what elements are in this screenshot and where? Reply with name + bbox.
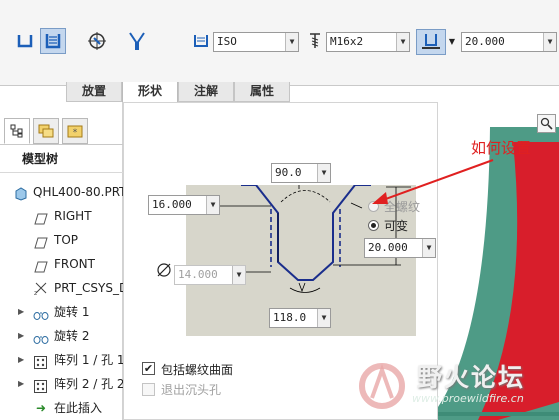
insert-arrow-icon: ➜ — [36, 401, 47, 415]
diameter-select: 14.000 ▼ — [174, 265, 246, 285]
thread-depth-value: 20.000 — [368, 241, 408, 254]
tree-item-label: 阵列 2 / 孔 2 — [54, 377, 124, 391]
annotation-text: 如何设置 — [471, 139, 532, 157]
chevron-down-icon[interactable]: ▼ — [317, 164, 330, 182]
chevron-down-icon[interactable]: ▼ — [206, 196, 219, 214]
chevron-down-icon[interactable]: ▼ — [317, 309, 330, 327]
expand-icon[interactable]: ▶ — [18, 349, 24, 371]
svg-text:*: * — [73, 128, 78, 138]
search-icon[interactable] — [537, 114, 556, 133]
chevron-down-icon[interactable]: ▼ — [396, 33, 409, 51]
tree-item-label: 旋转 1 — [54, 305, 90, 319]
expand-icon[interactable]: ▶ — [18, 373, 24, 395]
tree-item-revolve-2[interactable]: ▶ 旋转 2 — [0, 325, 124, 347]
drill-tip-angle-select[interactable]: 118.0 ▼ — [269, 308, 331, 328]
watermark-url: www.proewildfire.cn — [412, 392, 524, 405]
variable-label: 可变 — [384, 219, 409, 233]
model-tree-title: 模型树 — [22, 152, 59, 166]
tree-item-part[interactable]: QHL400-80.PRT — [0, 181, 124, 203]
dashboard-toolbar: ISO ▼ M16x2 ▼ ▼ 20.000 ▼ — [0, 0, 559, 86]
watermark-logo — [352, 356, 412, 417]
countersink-diameter-select[interactable]: 16.000 ▼ — [148, 195, 220, 215]
tree-item-revolve-1[interactable]: ▶ 旋转 1 — [0, 301, 124, 323]
countersink-angle-select[interactable]: 90.0 ▼ — [271, 163, 331, 183]
exit-countersink-checkbox — [142, 383, 155, 396]
tab-shape[interactable]: 形状 — [122, 82, 178, 103]
chevron-down-icon[interactable]: ▼ — [285, 33, 298, 51]
countersink-angle-value: 90.0 — [275, 166, 302, 179]
expand-icon[interactable]: ▶ — [18, 325, 24, 347]
tree-item-label: QHL400-80.PRT — [33, 185, 124, 199]
csys-icon: z — [33, 280, 49, 299]
tab-placement[interactable]: 放置 — [66, 82, 122, 102]
datum-plane-icon — [34, 258, 48, 275]
revolve-icon — [33, 330, 49, 347]
tree-item-csys[interactable]: z PRT_CSYS_D — [0, 277, 124, 299]
chevron-down-icon[interactable]: ▼ — [543, 33, 556, 51]
pattern-icon — [34, 354, 47, 371]
tree-item-right[interactable]: RIGHT — [0, 205, 124, 227]
diameter-symbol-icon — [156, 262, 172, 281]
include-thread-label: 包括螺纹曲面 — [161, 363, 234, 377]
part-icon — [14, 186, 28, 203]
tree-item-front[interactable]: FRONT — [0, 253, 124, 275]
radio-selected-dot — [371, 223, 376, 228]
tree-item-label: 在此插入 — [54, 401, 103, 415]
divider — [0, 144, 123, 145]
expand-icon[interactable]: ▶ — [18, 301, 24, 323]
watermark-title: 野火论坛 — [417, 363, 526, 392]
tree-item-label: RIGHT — [54, 209, 92, 223]
pattern-icon — [34, 378, 47, 395]
include-thread-checkbox[interactable]: ✔ — [142, 362, 155, 375]
datum-plane-icon — [34, 234, 48, 251]
countersink-diameter-value: 16.000 — [152, 198, 192, 211]
hole-standard-icon[interactable] — [40, 28, 66, 54]
chevron-down-icon: ▼ — [232, 266, 245, 284]
tree-view-icon[interactable] — [4, 118, 30, 144]
variable-radio[interactable] — [368, 220, 379, 231]
favorites-icon[interactable]: * — [62, 118, 88, 144]
screw-size-value: M16x2 — [330, 35, 364, 48]
thread-standard-value: ISO — [217, 35, 237, 48]
layers-icon[interactable] — [33, 118, 59, 144]
tree-item-label: 阵列 1 / 孔 1 — [54, 353, 124, 367]
divider — [0, 172, 123, 173]
tree-item-label: FRONT — [54, 257, 95, 271]
drill-tip-angle-value: 118.0 — [273, 311, 307, 324]
screw-icon — [307, 32, 323, 53]
chevron-down-icon[interactable]: ▼ — [446, 29, 458, 55]
annotation-arrow — [372, 159, 494, 204]
tree-item-pattern-2[interactable]: ▶ 阵列 2 / 孔 2 — [0, 373, 124, 395]
sketch-placement-icon[interactable] — [84, 28, 110, 54]
thread-depth-select[interactable]: 20.000 ▼ — [364, 238, 436, 258]
tree-item-label: PRT_CSYS_D — [54, 281, 124, 295]
revolve-icon — [33, 306, 49, 323]
tree-item-label: 旋转 2 — [54, 329, 90, 343]
screw-size-select[interactable]: M16x2 ▼ — [326, 32, 410, 52]
tab-annotation[interactable]: 注解 — [178, 82, 234, 102]
exit-countersink-label: 退出沉头孔 — [161, 383, 222, 397]
chevron-down-icon[interactable]: ▼ — [422, 239, 435, 257]
diameter-value: 14.000 — [178, 268, 218, 281]
drill-cone-icon[interactable] — [124, 28, 150, 54]
svg-text:z: z — [34, 290, 37, 296]
tree-item-insert-here[interactable]: ➜ 在此插入 — [0, 397, 124, 419]
thread-standard-select[interactable]: ISO ▼ — [213, 32, 299, 52]
hole-simple-icon[interactable] — [12, 28, 38, 54]
tree-item-label: TOP — [54, 233, 79, 247]
datum-plane-icon — [34, 210, 48, 227]
tree-item-top[interactable]: TOP — [0, 229, 124, 251]
depth-value-select[interactable]: 20.000 ▼ — [461, 32, 557, 52]
depth-option-button[interactable] — [416, 29, 446, 55]
depth-value: 20.000 — [465, 35, 505, 48]
tab-properties[interactable]: 属性 — [234, 82, 290, 102]
tree-item-pattern-1[interactable]: ▶ 阵列 1 / 孔 1 — [0, 349, 124, 371]
thread-standard-icon — [193, 33, 209, 52]
